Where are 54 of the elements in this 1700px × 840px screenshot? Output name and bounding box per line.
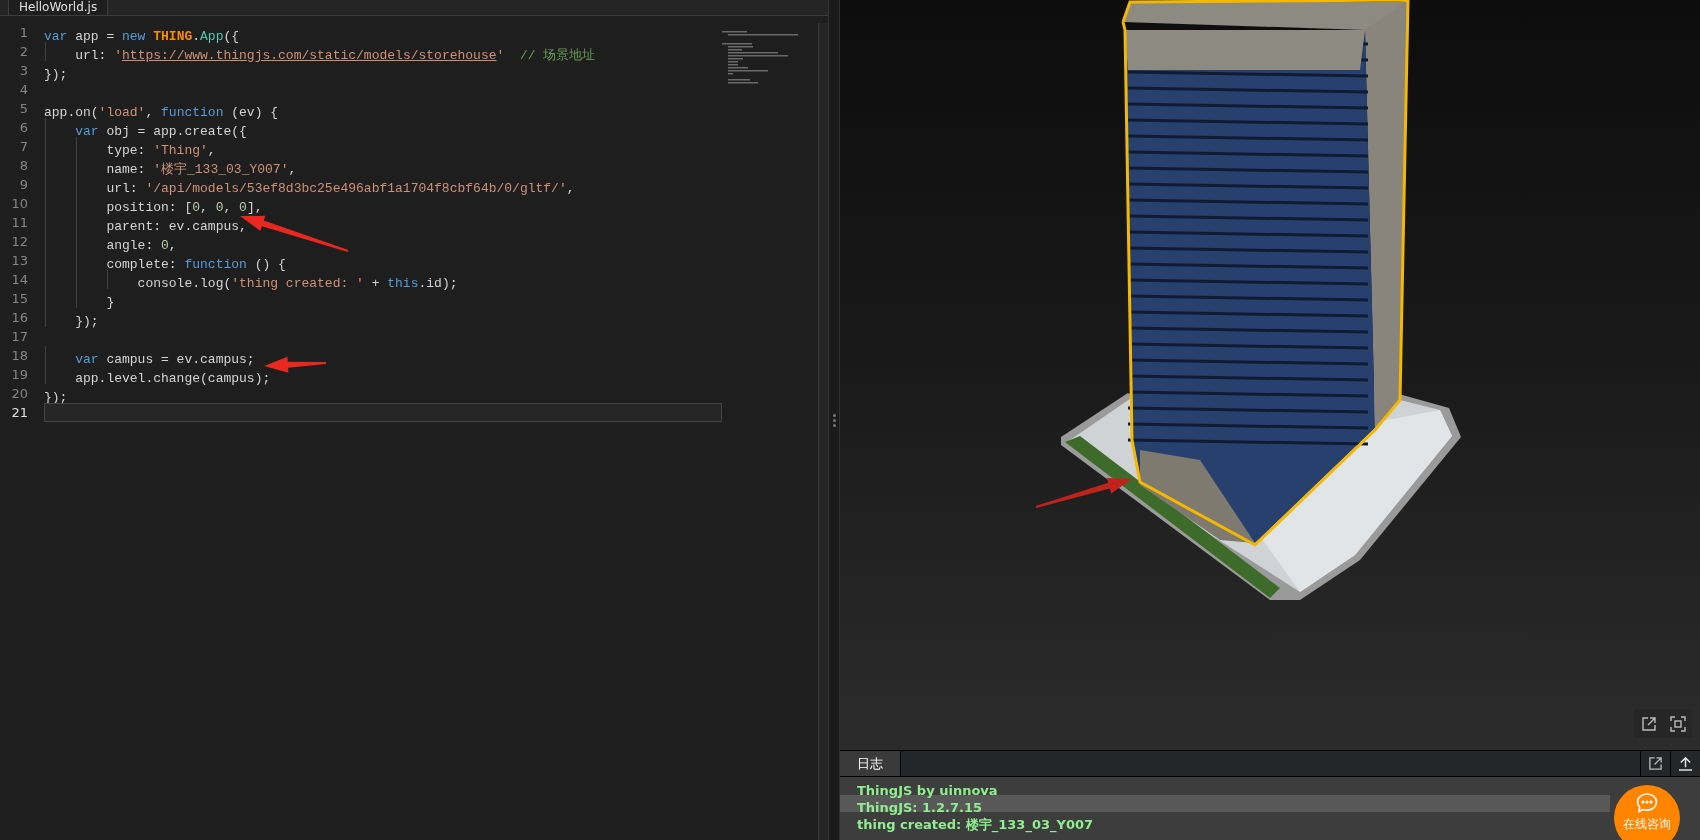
external-link-icon (1640, 715, 1657, 732)
code-line: url: 'https://www.thingjs.com/static/models/storehouse' // 场景地址 (74, 48, 596, 63)
file-tab[interactable]: HelloWorld.js (8, 0, 109, 15)
log-line: ThingJS: 1.2.7.15 (857, 800, 983, 815)
code-line: app.level.change(campus); (74, 371, 271, 386)
line-number: 3 (18, 62, 28, 80)
code-line: var obj = app.create({ (74, 124, 247, 139)
code-line: var app = new THING.App({ (44, 29, 240, 44)
code-line: } (105, 295, 115, 310)
line-number: 21 (10, 404, 28, 422)
fullscreen-icon (1669, 715, 1686, 732)
code-line: complete: function () { (105, 257, 286, 272)
line-number: 14 (10, 271, 28, 289)
splitter-handle[interactable] (828, 0, 840, 840)
external-link-icon (1648, 756, 1663, 771)
line-number: 11 (10, 214, 28, 232)
annotation-arrow (264, 356, 327, 373)
open-external-button[interactable] (1634, 709, 1663, 738)
code-line: var campus = ev.campus; (74, 352, 255, 367)
line-number: 5 (18, 100, 28, 118)
code-line: type: 'Thing', (105, 143, 216, 158)
line-number: 4 (18, 81, 28, 99)
line-number: 6 (18, 119, 28, 137)
code-line: name: '楼宇_133_03_Y007', (105, 162, 297, 177)
log-tab[interactable]: 日志 (840, 751, 901, 776)
line-number: 2 (18, 43, 28, 61)
code-line: console.log('thing created: ' + this.id); (136, 276, 458, 291)
code-line: url: '/api/models/53ef8d3bc25e496abf1a1704f8cbf64b/0/gltf/', (105, 181, 575, 196)
line-number: 16 (10, 309, 28, 327)
chat-bubble-icon (1636, 793, 1658, 813)
line-number: 1 (18, 24, 28, 42)
scene-viewport[interactable] (840, 0, 1700, 750)
line-number: 13 (10, 252, 28, 270)
code-line: app.on('load', function (ev) { (44, 105, 279, 120)
line-number: 18 (10, 347, 28, 365)
scrollbar-track[interactable] (818, 23, 828, 840)
fullscreen-button[interactable] (1663, 709, 1692, 738)
code-line: angle: 0, (105, 238, 177, 253)
log-line: ThingJS by uinnova (857, 783, 998, 798)
code-line: position: [0, 0, 0], (105, 200, 263, 215)
line-number: 17 (10, 328, 28, 346)
upload-icon (1678, 756, 1693, 771)
log-line: thing created: 楼宇_133_03_Y007 (857, 817, 1094, 832)
line-number: 19 (10, 366, 28, 384)
line-number: 15 (10, 290, 28, 308)
line-number: 10 (10, 195, 28, 213)
line-number: 9 (18, 176, 28, 194)
code-line: }); (44, 67, 68, 82)
code-line: parent: ev.campus, (105, 219, 247, 234)
line-number: 12 (10, 233, 28, 251)
code-line: }); (74, 314, 99, 329)
line-number: 20 (10, 385, 28, 403)
line-number: 8 (18, 157, 28, 175)
line-number: 7 (18, 138, 28, 156)
